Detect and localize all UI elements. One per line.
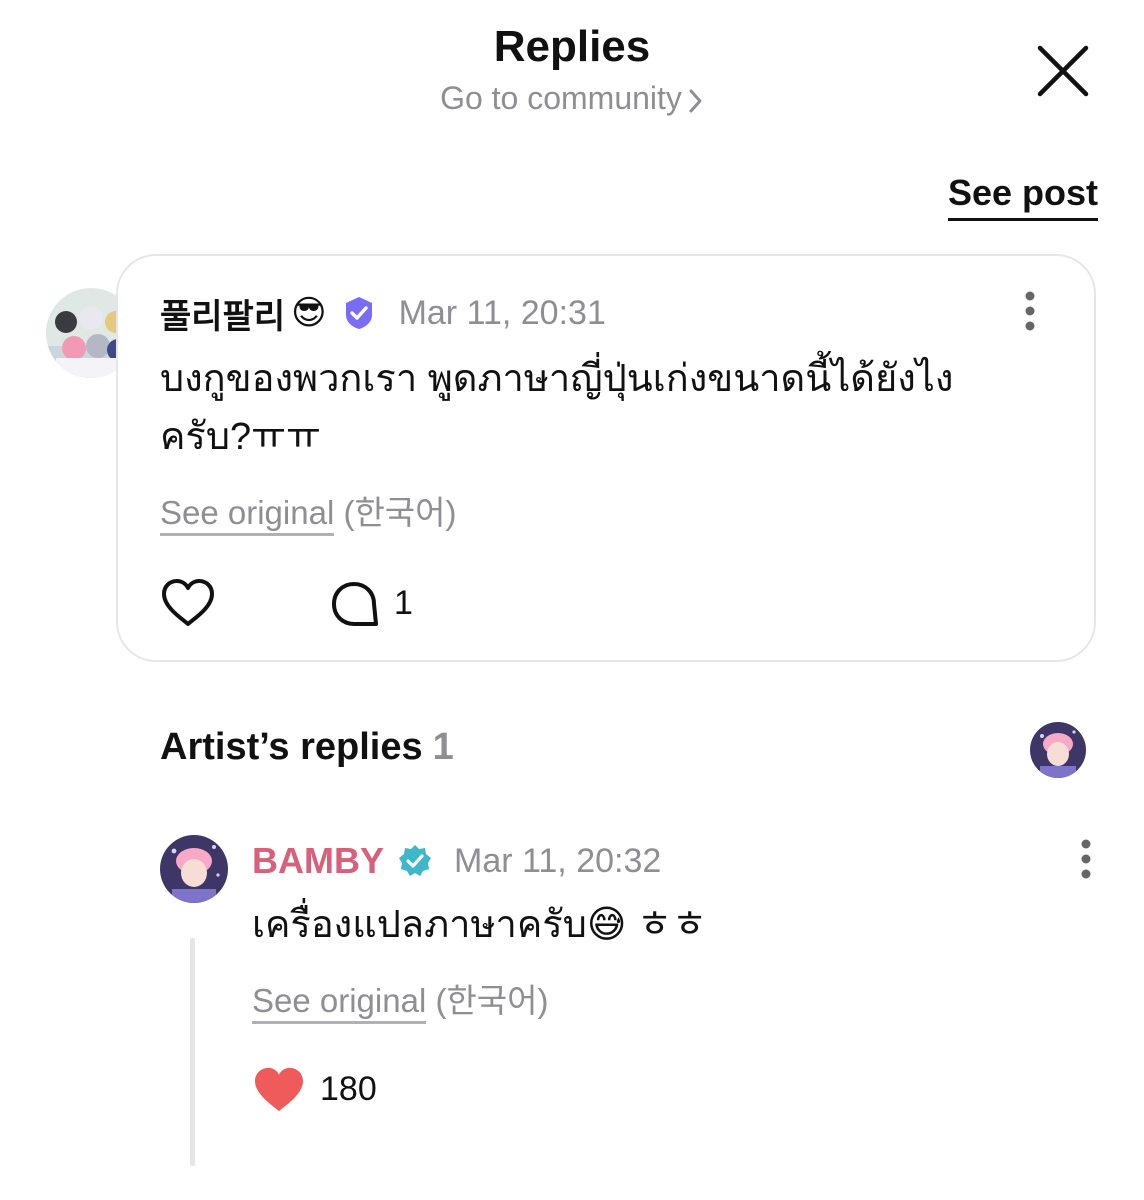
comment-timestamp: Mar 11, 20:31 xyxy=(398,293,606,332)
comment-bubble-icon[interactable] xyxy=(330,580,380,628)
reply-count: 1 xyxy=(394,584,413,622)
verified-badge-icon xyxy=(345,297,372,329)
artist-avatar[interactable] xyxy=(160,835,228,903)
see-original-row: See original (한국어) xyxy=(160,486,457,536)
artist-replies-count: 1 xyxy=(432,726,454,768)
artist-replies-heading: Artist’s replies 1 xyxy=(160,726,454,769)
username-emoji: 😎 xyxy=(291,294,327,332)
thread-line xyxy=(190,938,195,1166)
artist-see-original-row: See original (한국어) xyxy=(252,974,549,1024)
see-original-link[interactable]: See original xyxy=(160,494,335,536)
artist-reply-text-main: เครื่องแปลภาษาครับ xyxy=(252,904,587,946)
see-post-link[interactable]: See post xyxy=(947,172,1098,221)
chevron-right-icon xyxy=(689,89,702,113)
artist-avatar-small-image xyxy=(1030,722,1086,778)
artist-reply-timestamp: Mar 11, 20:32 xyxy=(454,841,662,880)
heart-outline-icon[interactable] xyxy=(160,578,216,628)
artist-original-language: (한국어) xyxy=(435,982,549,1019)
artist-reply-emoji: 😅 xyxy=(586,904,627,946)
artist-replies-title: Artist’s replies xyxy=(160,726,423,768)
artist-username[interactable]: BAMBY xyxy=(252,840,384,882)
more-vertical-icon[interactable] xyxy=(1018,290,1042,334)
artist-reply-text: เครื่องแปลภาษาครับ😅 ㅎㅎ xyxy=(252,896,1052,954)
comment-text-line-2: ครับ?ㅠㅠ xyxy=(160,416,322,458)
comment-text: บงกูของพวกเรา พูดภาษาญี่ปุ่นเก่งขนาดนี้ไ… xyxy=(160,350,1060,466)
artist-avatar-small[interactable] xyxy=(1030,722,1086,778)
comment-meta: 풀리팔리 😎 Mar 11, 20:31 xyxy=(160,290,606,336)
artist-avatar-image xyxy=(160,835,228,903)
verified-badge-icon xyxy=(399,845,431,876)
original-language: (한국어) xyxy=(343,494,457,531)
more-vertical-icon[interactable] xyxy=(1074,838,1098,882)
close-icon[interactable] xyxy=(1032,40,1094,102)
go-to-community-link[interactable]: Go to community xyxy=(0,80,1144,117)
comment-text-line-1: บงกูของพวกเรา พูดภาษาญี่ปุ่นเก่งขนาดนี้ไ… xyxy=(160,358,954,400)
page-title: Replies xyxy=(493,22,651,71)
commenter-username[interactable]: 풀리팔리 xyxy=(160,289,285,338)
artist-see-original-link[interactable]: See original xyxy=(252,982,427,1024)
heart-filled-icon[interactable] xyxy=(252,1066,306,1114)
artist-reply-meta: BAMBY Mar 11, 20:32 xyxy=(252,838,661,884)
go-to-community-label: Go to community xyxy=(440,80,682,116)
like-count: 180 xyxy=(320,1070,377,1108)
artist-reply-text-suffix: ㅎㅎ xyxy=(637,904,707,946)
